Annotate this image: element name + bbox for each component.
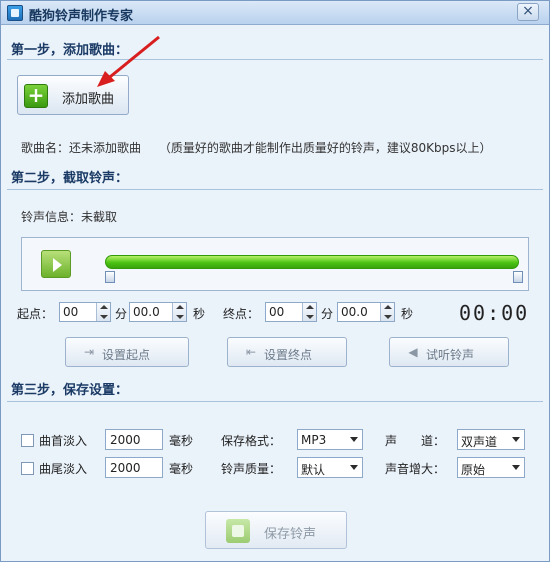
end-minute-unit: 分 [321, 307, 334, 321]
end-handle[interactable] [513, 271, 523, 283]
window-title: 酷狗铃声制作专家 [29, 9, 134, 24]
song-name-row: 歌曲名：还未添加歌曲 （质量好的歌曲才能制作出质量好的铃声，建议80Kbps以上… [21, 139, 491, 156]
end-minute-arrows[interactable] [302, 303, 316, 321]
preview-label: 试听铃声 [426, 348, 475, 362]
save-icon [226, 519, 250, 543]
start-label: 起点： [17, 307, 54, 321]
format-dropdown-icon[interactable] [346, 430, 362, 449]
end-label: 终点： [223, 307, 260, 321]
start-second-value: 00.0 [133, 305, 160, 319]
format-label: 保存格式： [221, 434, 282, 448]
fade-out-ms-value: 2000 [110, 461, 141, 475]
set-end-button[interactable]: ⇤ 设置终点 [227, 337, 347, 367]
set-start-label: 设置起点 [102, 348, 151, 362]
step1-divider [7, 59, 543, 60]
volume-dropdown-icon[interactable] [508, 458, 524, 477]
close-button[interactable]: × [517, 3, 539, 21]
quality-dropdown-icon[interactable] [346, 458, 362, 477]
time-display: 00:00 [459, 301, 530, 325]
set-start-icon: ⇥ [83, 345, 95, 359]
format-value: MP3 [301, 433, 327, 447]
fade-out-ms-input[interactable]: 2000 [105, 457, 163, 478]
step3-heading: 第三步，保存设置： [11, 383, 129, 398]
fade-in-ms-input[interactable]: 2000 [105, 429, 163, 450]
set-start-button[interactable]: ⇥ 设置起点 [65, 337, 189, 367]
end-second-value: 00.0 [341, 305, 368, 319]
app-icon [7, 5, 23, 21]
save-ringtone-label: 保存铃声 [264, 527, 317, 542]
fade-out-checkbox[interactable] [21, 462, 34, 475]
quality-hint: （质量好的歌曲才能制作出质量好的铃声，建议80Kbps以上） [158, 141, 492, 155]
step1-heading: 第一步，添加歌曲： [11, 43, 129, 58]
volume-select[interactable]: 原始 [457, 457, 525, 478]
preview-button[interactable]: ◀ 试听铃声 [389, 337, 509, 367]
format-select[interactable]: MP3 [297, 429, 363, 450]
quality-label: 铃声质量： [221, 462, 282, 476]
start-second-stepper[interactable]: 00.0 [129, 302, 187, 322]
quality-select[interactable]: 默认 [297, 457, 363, 478]
end-minute-stepper[interactable]: 00 [265, 302, 317, 322]
speaker-icon: ◀ [408, 345, 418, 359]
end-minute-value: 00 [269, 305, 285, 319]
start-minute-value: 00 [63, 305, 79, 319]
ringtone-info: 铃声信息：未截取 [21, 210, 118, 224]
step3-divider [7, 401, 543, 402]
fade-out-label: 曲尾淡入 [39, 462, 88, 476]
plus-icon: + [24, 84, 48, 108]
channel-dropdown-icon[interactable] [508, 430, 524, 449]
channel-label: 声 道： [385, 434, 446, 448]
start-second-unit: 秒 [193, 307, 206, 321]
fade-in-label: 曲首淡入 [39, 434, 88, 448]
song-name-label: 歌曲名：还未添加歌曲 [21, 141, 142, 155]
fade-out-ms-unit: 毫秒 [169, 462, 194, 476]
volume-value: 原始 [461, 463, 486, 477]
start-minute-unit: 分 [115, 307, 128, 321]
set-end-label: 设置终点 [264, 348, 313, 362]
channel-select[interactable]: 双声道 [457, 429, 525, 450]
step2-divider [7, 189, 543, 190]
end-second-arrows[interactable] [380, 303, 394, 321]
volume-label: 声音增大： [385, 462, 446, 476]
start-handle[interactable] [105, 271, 115, 283]
start-minute-arrows[interactable] [96, 303, 110, 321]
end-second-unit: 秒 [401, 307, 414, 321]
play-button[interactable] [41, 250, 71, 278]
quality-value: 默认 [301, 463, 326, 477]
step2-heading: 第二步，截取铃声： [11, 171, 129, 186]
start-minute-stepper[interactable]: 00 [59, 302, 111, 322]
fade-in-ms-unit: 毫秒 [169, 434, 194, 448]
fade-in-checkbox[interactable] [21, 434, 34, 447]
save-ringtone-button[interactable]: 保存铃声 [205, 511, 347, 549]
add-song-button[interactable]: + 添加歌曲 [17, 75, 129, 115]
clip-range-bar[interactable] [105, 255, 519, 269]
end-second-stepper[interactable]: 00.0 [337, 302, 395, 322]
start-second-arrows[interactable] [172, 303, 186, 321]
title-bar: 酷狗铃声制作专家 × [1, 1, 549, 25]
set-end-icon: ⇤ [245, 345, 257, 359]
ringtone-maker-window: 酷狗铃声制作专家 × 第一步，添加歌曲： + 添加歌曲 歌曲名：还未添加歌曲 （… [0, 0, 550, 562]
add-song-label: 添加歌曲 [62, 92, 115, 107]
channel-value: 双声道 [461, 435, 498, 449]
fade-in-ms-value: 2000 [110, 433, 141, 447]
